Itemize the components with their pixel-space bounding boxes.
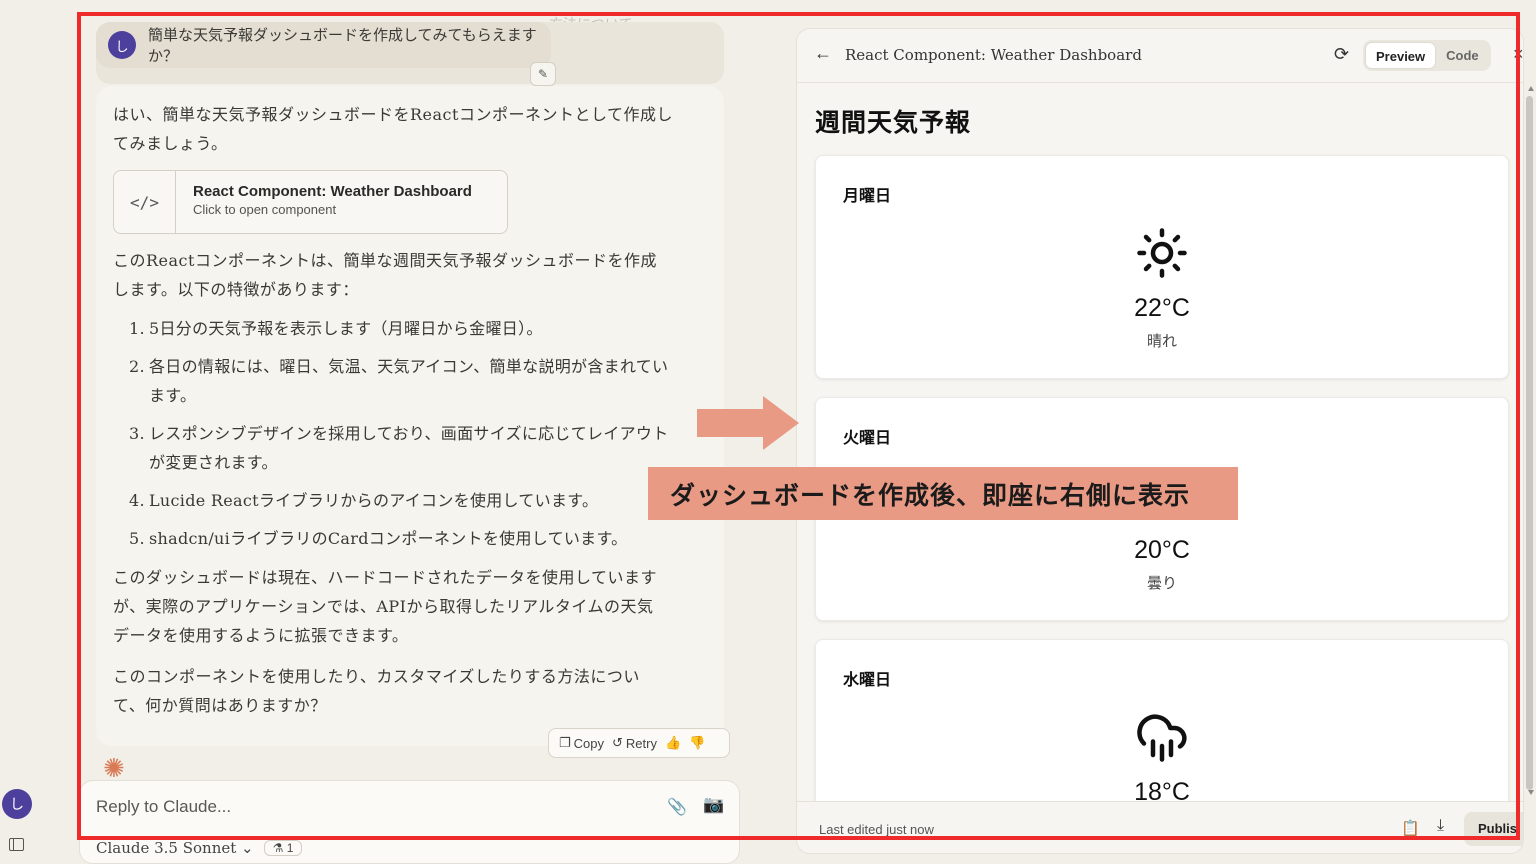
user-message: し 簡単な天気予報ダッシュボードを作成してみてもらえますか？ ✎ (96, 22, 724, 86)
refresh-icon[interactable]: ⟳ (1334, 44, 1349, 65)
back-arrow-icon[interactable]: ← (814, 43, 832, 64)
list-item: 2. 各日の情報には、曜日、気温、天気アイコン、簡単な説明が含まれています。 (129, 357, 669, 405)
edit-message-button[interactable]: ✎ (530, 62, 556, 86)
artifact-card[interactable]: </> React Component: Weather Dashboard C… (113, 170, 508, 234)
list-item: 1. 5日分の天気予報を表示します（月曜日から金曜日）。 (129, 319, 543, 338)
artifact-panel: ← React Component: Weather Dashboard ⟳ P… (796, 28, 1524, 854)
user-message-bubble: し 簡単な天気予報ダッシュボードを作成してみてもらえますか？ (96, 22, 551, 68)
thumbs-up-button[interactable]: 👍 (665, 735, 681, 751)
code-icon: </> (114, 171, 176, 233)
claude-logo-icon: ✺ (103, 753, 125, 783)
last-edited: Last edited just now (819, 822, 934, 837)
message-actions: ❐ Copy ↺ Retry 👍 👎 (548, 728, 730, 758)
panel-title: React Component: Weather Dashboard (845, 46, 1142, 64)
list-item: 4. Lucide Reactライブラリからのアイコンを使用しています。 (129, 491, 599, 510)
panel-footer: Last edited just now 📋 ⤓ Publis (797, 801, 1523, 853)
scroll-down-arrow[interactable] (1528, 790, 1534, 795)
list-item: 3. レスポンシブデザインを採用しており、画面サイズに応じてレイアウトが変更されま… (129, 424, 669, 472)
camera-icon[interactable]: 📷 (703, 795, 724, 815)
project-badge[interactable]: ⚗ 1 (263, 840, 303, 856)
sidebar-toggle-icon[interactable] (9, 838, 24, 851)
retry-button[interactable]: ↺ Retry (612, 735, 657, 751)
weekly-forecast-title: 週間天気予報 (815, 109, 972, 137)
reply-box: 📎 📷 Claude 3.5 Sonnet ⌄ ⚗ 1 (79, 780, 740, 864)
weather-description: 曇り (1146, 575, 1177, 592)
day-name: 火曜日 (843, 430, 892, 447)
clipboard-icon[interactable]: 📋 (1401, 819, 1420, 837)
sun-icon (1137, 228, 1187, 278)
list-item: 5. shadcn/uiライブラリのCardコンポーネントを使用しています。 (129, 529, 628, 548)
publish-button[interactable]: Publis (1464, 812, 1523, 846)
download-icon[interactable]: ⤓ (1437, 817, 1444, 835)
copy-button[interactable]: ❐ Copy (559, 735, 604, 751)
assistant-message: はい、簡単な天気予報ダッシュボードをReactコンポーネントとして作成してみまし… (96, 86, 730, 758)
pencil-icon: ✎ (537, 67, 549, 81)
artifact-subtitle: Click to open component (193, 202, 337, 217)
view-toggle: Preview Code (1363, 40, 1491, 71)
chat-area: 方法について し 簡単な天気予報ダッシュボードを作成してみてもらえますか？ ✎ … (79, 14, 759, 864)
assistant-description: このReactコンポーネントは、簡単な週間天気予報ダッシュボードを作成します。以… (113, 251, 657, 299)
day-card-monday: 月曜日 22°C 晴れ (815, 155, 1509, 379)
annotation-banner: ダッシュボードを作成後、即座に右側に表示 (648, 467, 1238, 520)
day-name: 月曜日 (843, 188, 892, 205)
reply-input[interactable] (96, 797, 636, 817)
thumbs-down-button[interactable]: 👎 (689, 735, 705, 751)
close-icon[interactable]: × (1513, 44, 1523, 65)
scrollbar[interactable] (1526, 96, 1533, 790)
artifact-title: React Component: Weather Dashboard (193, 183, 472, 200)
weather-description: 晴れ (1146, 333, 1177, 350)
model-selector[interactable]: Claude 3.5 Sonnet ⌄ (96, 839, 254, 857)
arrow-right-icon (697, 396, 799, 450)
cloud-rain-icon (1137, 714, 1187, 762)
copy-icon: ❐ (559, 735, 571, 750)
temperature: 20°C (1134, 536, 1190, 564)
retry-icon: ↺ (612, 735, 623, 750)
user-message-text: 簡単な天気予報ダッシュボードを作成してみてもらえますか？ (148, 27, 537, 65)
paperclip-icon[interactable]: 📎 (667, 797, 687, 817)
assistant-intro: はい、簡単な天気予報ダッシュボードをReactコンポーネントとして作成してみまし… (113, 105, 673, 153)
user-avatar[interactable]: し (2, 789, 32, 819)
day-name: 水曜日 (843, 672, 892, 689)
assistant-closing-1: このダッシュボードは現在、ハードコードされたデータを使用していますが、実際のアプ… (113, 568, 658, 645)
assistant-closing-2: このコンポーネントを使用したり、カスタマイズしたりする方法について、何か質問はあ… (113, 667, 640, 715)
user-message-avatar: し (108, 31, 136, 59)
scroll-up-arrow[interactable] (1528, 86, 1534, 91)
feature-list: 1. 5日分の天気予報を表示します（月曜日から金曜日）。 2. 各日の情報には、曜日… (129, 314, 669, 562)
tab-code[interactable]: Code (1436, 42, 1489, 69)
panel-header: ← React Component: Weather Dashboard ⟳ P… (797, 29, 1523, 83)
tab-preview[interactable]: Preview (1365, 42, 1437, 69)
temperature: 22°C (1134, 294, 1190, 322)
